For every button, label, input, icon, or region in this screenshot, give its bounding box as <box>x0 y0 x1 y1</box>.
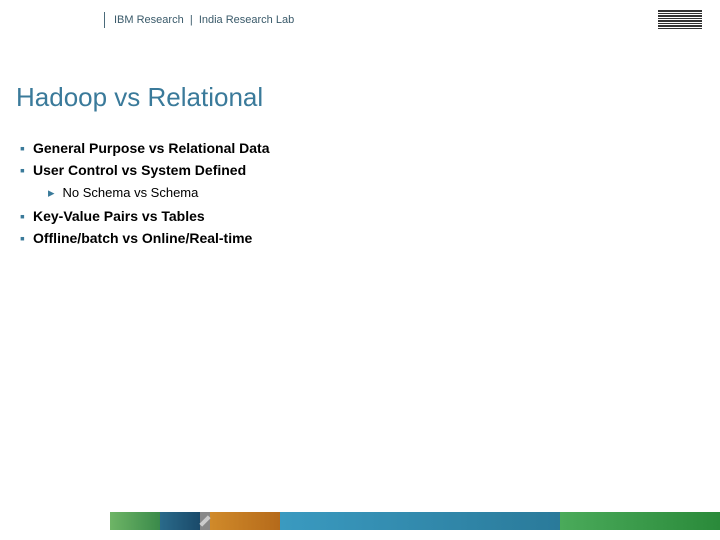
arrow-bullet-icon: ▸ <box>48 184 55 202</box>
header-sep: | <box>190 14 193 26</box>
header-lab: India Research Lab <box>199 14 294 26</box>
bullet-text: General Purpose vs Relational Data <box>33 138 270 158</box>
bullet-item: ▪ User Control vs System Defined <box>20 160 270 180</box>
header-text: IBM Research | India Research Lab <box>114 14 294 26</box>
footer-stripe <box>0 512 720 530</box>
bullet-text: User Control vs System Defined <box>33 160 246 180</box>
square-bullet-icon: ▪ <box>20 138 25 158</box>
footer-seg <box>560 512 720 530</box>
bullet-text: Offline/batch vs Online/Real-time <box>33 228 252 248</box>
bullet-item: ▪ General Purpose vs Relational Data <box>20 138 270 158</box>
header: IBM Research | India Research Lab <box>0 0 720 36</box>
slide-title: Hadoop vs Relational <box>16 82 263 113</box>
ibm-logo-icon <box>658 10 702 29</box>
footer-seg <box>210 512 280 530</box>
header-org: IBM Research <box>114 14 184 26</box>
bullet-item: ▪ Key-Value Pairs vs Tables <box>20 206 270 226</box>
footer-seg <box>160 512 200 530</box>
footer-seg <box>200 512 210 530</box>
footer-seg <box>110 512 160 530</box>
sub-bullet-item: ▸ No Schema vs Schema <box>48 184 270 202</box>
header-divider <box>104 12 105 28</box>
footer-seg <box>280 512 560 530</box>
sub-bullet-text: No Schema vs Schema <box>63 184 199 202</box>
square-bullet-icon: ▪ <box>20 228 25 248</box>
footer-seg <box>0 512 110 530</box>
bullet-text: Key-Value Pairs vs Tables <box>33 206 205 226</box>
square-bullet-icon: ▪ <box>20 160 25 180</box>
square-bullet-icon: ▪ <box>20 206 25 226</box>
content: ▪ General Purpose vs Relational Data ▪ U… <box>20 138 270 250</box>
bullet-item: ▪ Offline/batch vs Online/Real-time <box>20 228 270 248</box>
